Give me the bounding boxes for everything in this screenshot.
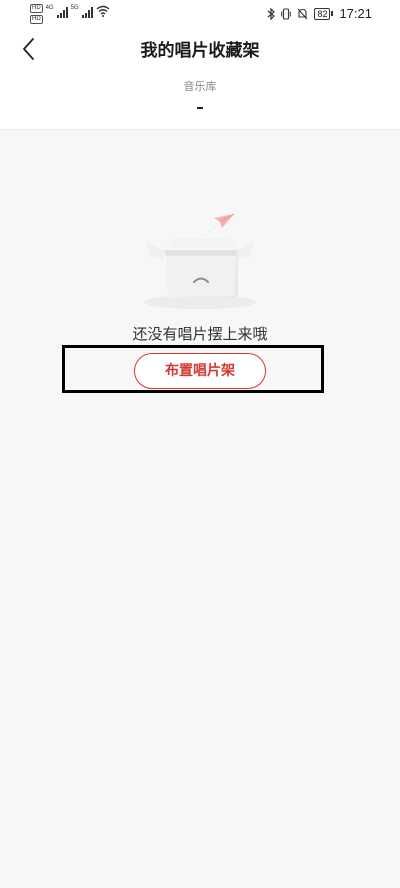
- status-bar: HD HD 4G 5G 82 17:21: [0, 0, 400, 28]
- hd-badge: HD: [30, 15, 43, 24]
- mute-bell-icon: [298, 8, 308, 19]
- tab-active-indicator: [197, 107, 203, 109]
- tab-music-library[interactable]: 音乐库: [0, 78, 400, 109]
- empty-box-illustration: [144, 213, 256, 309]
- network-type-label: 5G: [70, 5, 79, 11]
- battery-icon: 82: [314, 7, 334, 20]
- arrange-shelf-button[interactable]: 布置唱片架: [134, 353, 266, 389]
- status-right: 82 17:21: [267, 6, 372, 21]
- battery-level: 82: [314, 7, 331, 20]
- status-time: 17:21: [339, 6, 372, 21]
- empty-state-message: 还没有唱片摆上来哦: [132, 325, 268, 343]
- tab-label: 音乐库: [183, 80, 217, 93]
- tab-bar: 音乐库: [0, 68, 400, 130]
- signal-icon: [56, 6, 68, 18]
- page-title: 我的唱片收藏架: [140, 41, 260, 61]
- bluetooth-icon: [268, 7, 276, 20]
- hd-badge: HD: [30, 4, 43, 13]
- signal-icon: [81, 6, 93, 18]
- vibrate-icon: [281, 7, 292, 20]
- status-left: HD HD 4G 5G: [30, 4, 110, 24]
- wifi-icon: [96, 5, 110, 17]
- hd-indicators: HD HD: [30, 4, 43, 24]
- header: 我的唱片收藏架: [0, 28, 400, 68]
- network-type-label: 4G: [45, 5, 54, 11]
